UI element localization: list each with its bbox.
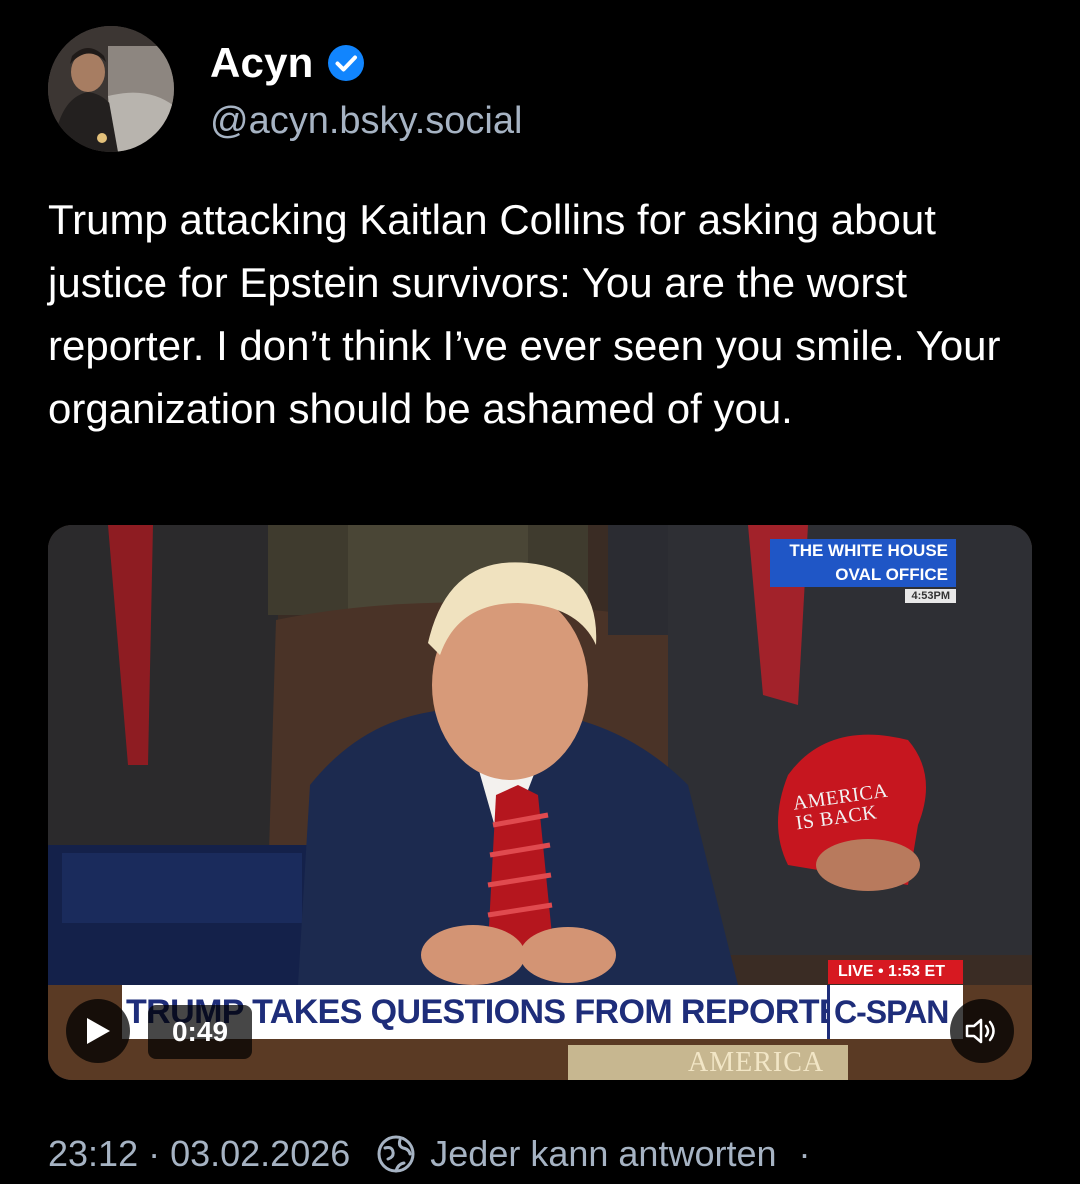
desk-sign: AMERICA [688, 1047, 825, 1078]
meta-separator: · [148, 1133, 161, 1174]
reply-setting-link[interactable]: Jeder kann antworten [430, 1132, 776, 1176]
play-button[interactable] [66, 999, 130, 1063]
broadcast-clock: 4:53PM [905, 589, 956, 603]
play-icon [87, 1018, 110, 1044]
handle[interactable]: @acyn.bsky.social [210, 98, 522, 144]
post-text: Trump attacking Kaitlan Collins for aski… [48, 196, 1001, 432]
live-indicator: LIVE • 1:53 ET [828, 960, 963, 984]
network-logo: C-SPAN [827, 985, 963, 1039]
location-bug: THE WHITE HOUSE OVAL OFFICE [770, 539, 956, 587]
mute-button[interactable] [950, 999, 1014, 1063]
avatar[interactable] [48, 26, 174, 152]
location-line-2: OVAL OFFICE [835, 565, 948, 584]
post-header: Acyn @acyn.bsky.social [48, 24, 1028, 154]
video-duration: 0:49 [148, 1005, 252, 1059]
display-name[interactable]: Acyn [210, 38, 314, 88]
name-row: Acyn [210, 38, 366, 88]
post-meta: 23:12 · 03.02.2026 Jeder kann antworten … [48, 1132, 811, 1176]
verified-check-icon[interactable] [326, 43, 366, 83]
post-time: 23:12 [48, 1133, 139, 1174]
meta-trailing-dot: · [798, 1133, 811, 1174]
speaker-icon [965, 1018, 995, 1044]
video-embed[interactable]: THE WHITE HOUSE OVAL OFFICE 4:53PM AMERI… [48, 525, 1032, 1080]
post-date: 03.02.2026 [170, 1133, 351, 1174]
globe-icon [377, 1135, 415, 1173]
avatar-image [48, 26, 174, 152]
location-line-1: THE WHITE HOUSE [789, 541, 948, 560]
